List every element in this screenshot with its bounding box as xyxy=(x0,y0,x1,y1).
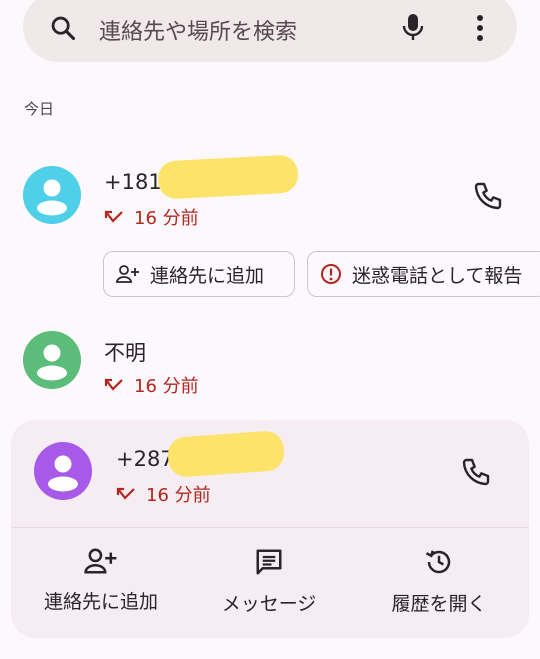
add-person-icon xyxy=(84,548,117,574)
avatar[interactable] xyxy=(34,442,92,500)
caller-name[interactable]: 不明 xyxy=(104,337,146,367)
message-icon xyxy=(256,549,282,575)
action-label: 履歴を開く xyxy=(391,593,487,615)
add-contact-chip[interactable]: 連絡先に追加 xyxy=(103,251,295,297)
call-meta: 16 分前 xyxy=(104,372,199,398)
avatar[interactable] xyxy=(23,331,81,389)
chip-label: 連絡先に追加 xyxy=(150,264,265,287)
missed-call-icon xyxy=(116,487,135,500)
person-icon xyxy=(23,331,81,389)
redaction-mark xyxy=(157,154,299,200)
add-contact-button[interactable]: 連絡先に追加 xyxy=(21,547,181,627)
mic-icon[interactable] xyxy=(401,12,425,42)
call-time: 16 分前 xyxy=(146,485,211,506)
divider xyxy=(11,527,529,528)
report-spam-chip[interactable]: 迷惑電話として報告 xyxy=(307,251,540,297)
missed-call-icon xyxy=(104,210,123,223)
call-meta: 16 分前 xyxy=(116,481,211,507)
avatar[interactable] xyxy=(23,166,81,224)
more-vert-icon[interactable] xyxy=(475,14,485,42)
search-placeholder[interactable]: 連絡先や場所を検索 xyxy=(99,14,297,46)
call-time: 16 分前 xyxy=(134,376,199,397)
action-label: 連絡先に追加 xyxy=(43,591,158,613)
open-history-button[interactable]: 履歴を開く xyxy=(359,547,519,627)
call-time: 16 分前 xyxy=(134,208,199,229)
message-button[interactable]: メッセージ xyxy=(189,547,349,627)
phone-icon[interactable] xyxy=(472,180,504,212)
chip-label: 迷惑電話として報告 xyxy=(352,264,523,287)
expanded-call-card[interactable]: +2879 16 分前 連絡先に追加 メッセージ 履歴を開く xyxy=(11,420,529,638)
search-icon[interactable] xyxy=(49,14,77,42)
report-icon xyxy=(321,264,341,284)
add-person-icon xyxy=(116,265,139,283)
call-meta: 16 分前 xyxy=(104,204,199,230)
person-icon xyxy=(23,166,81,224)
person-icon xyxy=(34,442,92,500)
section-header-today: 今日 xyxy=(24,100,55,118)
search-bar[interactable]: 連絡先や場所を検索 xyxy=(23,0,517,62)
missed-call-icon xyxy=(104,378,123,391)
history-icon xyxy=(425,550,451,574)
phone-icon[interactable] xyxy=(460,456,492,488)
redaction-mark xyxy=(166,430,286,478)
action-label: メッセージ xyxy=(221,593,317,615)
